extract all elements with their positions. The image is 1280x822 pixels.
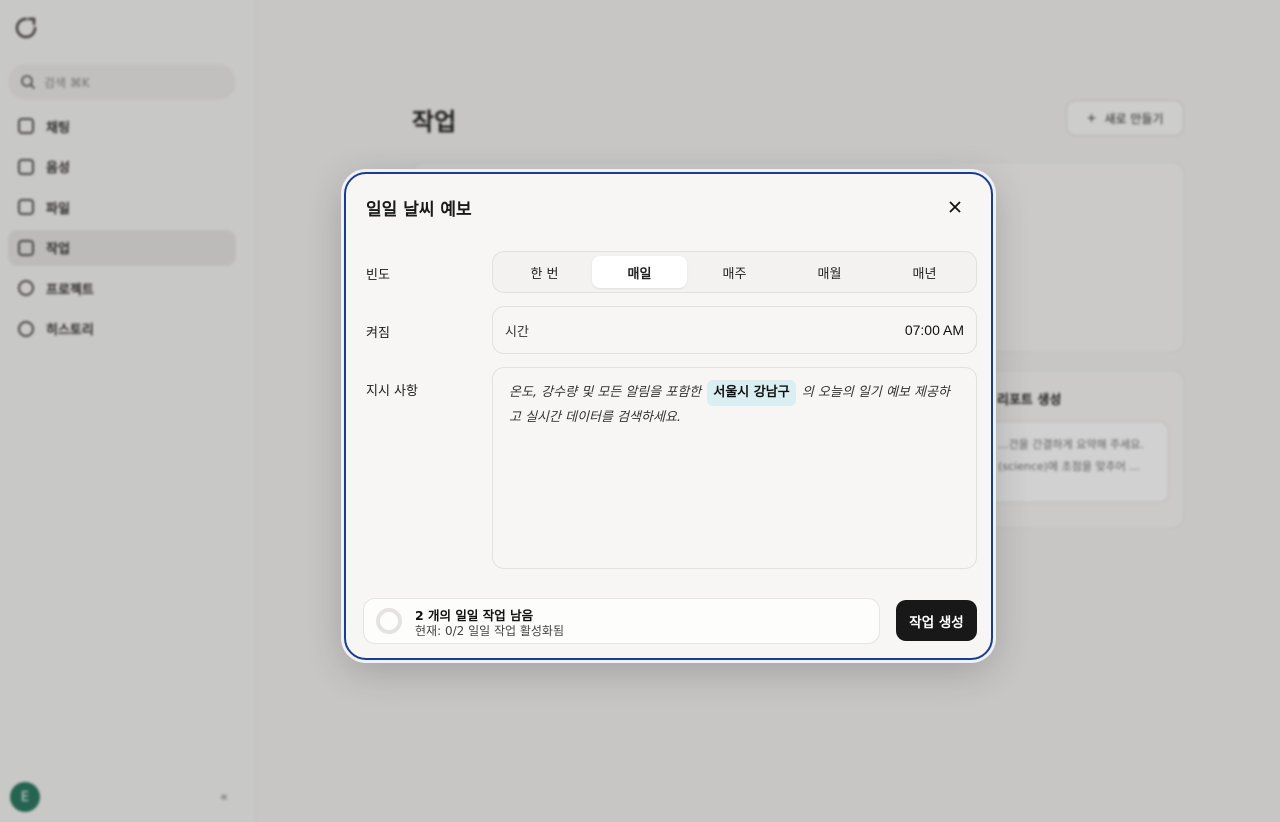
frequency-option-daily[interactable]: 매일 bbox=[592, 256, 687, 288]
frequency-option-monthly[interactable]: 매월 bbox=[782, 256, 877, 288]
frequency-option-once[interactable]: 한 번 bbox=[497, 256, 592, 288]
frequency-option-weekly[interactable]: 매주 bbox=[687, 256, 782, 288]
task-dialog: 일일 날씨 예보 빈도 한 번 매일 매주 매월 매년 켜짐 시간 07:00 … bbox=[344, 172, 993, 660]
instructions-textarea[interactable]: 온도, 강수량 및 모든 알림을 포함한 서울시 강남구 의 오늘의 일기 예보… bbox=[492, 367, 977, 569]
location-chip[interactable]: 서울시 강남구 bbox=[707, 380, 796, 406]
progress-ring-icon bbox=[376, 608, 402, 634]
schedule-label: 켜짐 bbox=[366, 326, 390, 341]
time-label: 시간 bbox=[505, 324, 529, 340]
frequency-segmented-control: 한 번 매일 매주 매월 매년 bbox=[492, 251, 977, 293]
frequency-label: 빈도 bbox=[366, 268, 390, 283]
close-icon bbox=[949, 201, 961, 213]
instructions-text-before: 온도, 강수량 및 모든 알림을 포함한 bbox=[509, 385, 702, 400]
time-value: 07:00 AM bbox=[904, 322, 964, 338]
create-task-button[interactable]: 작업 생성 bbox=[896, 600, 977, 641]
quota-status: 2 개의 일일 작업 남음 현재: 0/2 일일 작업 활성화됨 bbox=[363, 598, 880, 644]
quota-subtitle: 현재: 0/2 일일 작업 활성화됨 bbox=[415, 624, 565, 638]
close-button[interactable] bbox=[943, 195, 967, 219]
frequency-option-yearly[interactable]: 매년 bbox=[877, 256, 972, 288]
time-picker[interactable]: 시간 07:00 AM bbox=[492, 306, 977, 354]
instructions-label: 지시 사항 bbox=[366, 384, 418, 399]
dialog-title: 일일 날씨 예보 bbox=[366, 200, 472, 220]
